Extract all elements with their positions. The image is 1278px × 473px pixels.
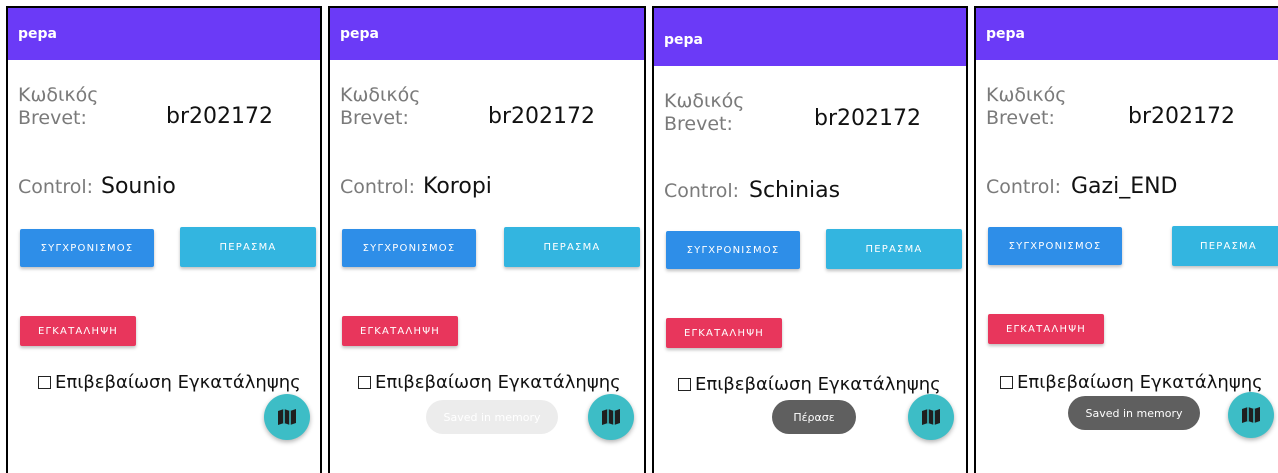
map-icon [602,409,620,425]
confirm-abandon-checkbox[interactable]: Επιβεβαίωση Εγκατάληψης [678,374,941,395]
toast-text: Saved in memory [1085,406,1183,420]
code-value: br202172 [166,104,273,129]
sync-button[interactable]: ΣΥΓΧΡΟΝΙΣΜΟΣ [988,227,1122,265]
control-value: Schinias [749,178,841,203]
control-label: Control: [664,180,740,202]
app-bar: pepa [976,8,1278,60]
code-value: br202172 [814,106,921,131]
phone-screen-3: pepa Κωδικός Brevet: br202172 Control: S… [652,6,968,473]
sync-button[interactable]: ΣΥΓΧΡΟΝΙΣΜΟΣ [342,229,476,267]
checkbox-box[interactable] [678,378,691,391]
map-fab-button[interactable] [588,394,634,440]
control-label: Control: [18,176,94,198]
code-label: Κωδικός Brevet: [664,90,745,135]
abandon-button[interactable]: ΕΓΚΑΤΑΛΗΨΗ [666,318,782,348]
app-bar: pepa [8,8,320,60]
toast-message: Saved in memory [1068,396,1200,430]
checkbox-label: Επιβεβαίωση Εγκατάληψης [1017,372,1263,393]
control-value: Gazi_END [1071,174,1178,199]
toast-message: Saved in memory [426,400,558,434]
sync-button[interactable]: ΣΥΓΧΡΟΝΙΣΜΟΣ [20,229,154,267]
checkbox-label: Επιβεβαίωση Εγκατάληψης [375,372,621,393]
code-value: br202172 [488,104,595,129]
phone-screen-2: pepa Κωδικός Brevet: br202172 Control: K… [328,6,646,473]
map-fab-button[interactable] [264,394,310,440]
control-label: Control: [986,176,1062,198]
checkbox-box[interactable] [1000,376,1013,389]
code-label: Κωδικός Brevet: [18,84,99,129]
pass-button[interactable]: ΠΕΡΑΣΜΑ [826,229,962,269]
abandon-button[interactable]: ΕΓΚΑΤΑΛΗΨΗ [342,316,458,346]
code-label: Κωδικός Brevet: [340,84,421,129]
app-bar: pepa [330,8,644,60]
confirm-abandon-checkbox[interactable]: Επιβεβαίωση Εγκατάληψης [38,372,301,393]
abandon-button[interactable]: ΕΓΚΑΤΑΛΗΨΗ [20,316,136,346]
app-title: pepa [664,32,703,48]
checkbox-label: Επιβεβαίωση Εγκατάληψης [55,372,301,393]
code-label: Κωδικός Brevet: [986,84,1067,129]
checkbox-box[interactable] [38,376,51,389]
control-label: Control: [340,176,416,198]
phone-screen-4: pepa Κωδικός Brevet: br202172 Control: G… [974,6,1278,473]
code-value: br202172 [1128,104,1235,129]
toast-text: Saved in memory [443,410,541,424]
pass-button[interactable]: ΠΕΡΑΣΜΑ [1172,226,1278,266]
app-bar: pepa [654,8,966,66]
map-icon [1242,407,1260,423]
pass-button[interactable]: ΠΕΡΑΣΜΑ [180,227,316,267]
map-icon [278,409,296,425]
checkbox-box[interactable] [358,376,371,389]
map-fab-button[interactable] [1228,392,1274,438]
app-title: pepa [18,26,57,42]
confirm-abandon-checkbox[interactable]: Επιβεβαίωση Εγκατάληψης [1000,372,1263,393]
abandon-button[interactable]: ΕΓΚΑΤΑΛΗΨΗ [988,314,1104,344]
pass-button[interactable]: ΠΕΡΑΣΜΑ [504,227,640,267]
checkbox-label: Επιβεβαίωση Εγκατάληψης [695,374,941,395]
toast-text: Πέρασε [793,410,835,424]
confirm-abandon-checkbox[interactable]: Επιβεβαίωση Εγκατάληψης [358,372,621,393]
control-value: Sounio [101,174,176,199]
toast-message: Πέρασε [772,400,856,434]
app-title: pepa [986,26,1025,42]
control-value: Koropi [423,174,492,199]
map-icon [922,409,940,425]
map-fab-button[interactable] [908,394,954,440]
app-title: pepa [340,26,379,42]
sync-button[interactable]: ΣΥΓΧΡΟΝΙΣΜΟΣ [666,231,800,269]
phone-screen-1: pepa Κωδικός Brevet: br202172 Control: S… [6,6,322,473]
